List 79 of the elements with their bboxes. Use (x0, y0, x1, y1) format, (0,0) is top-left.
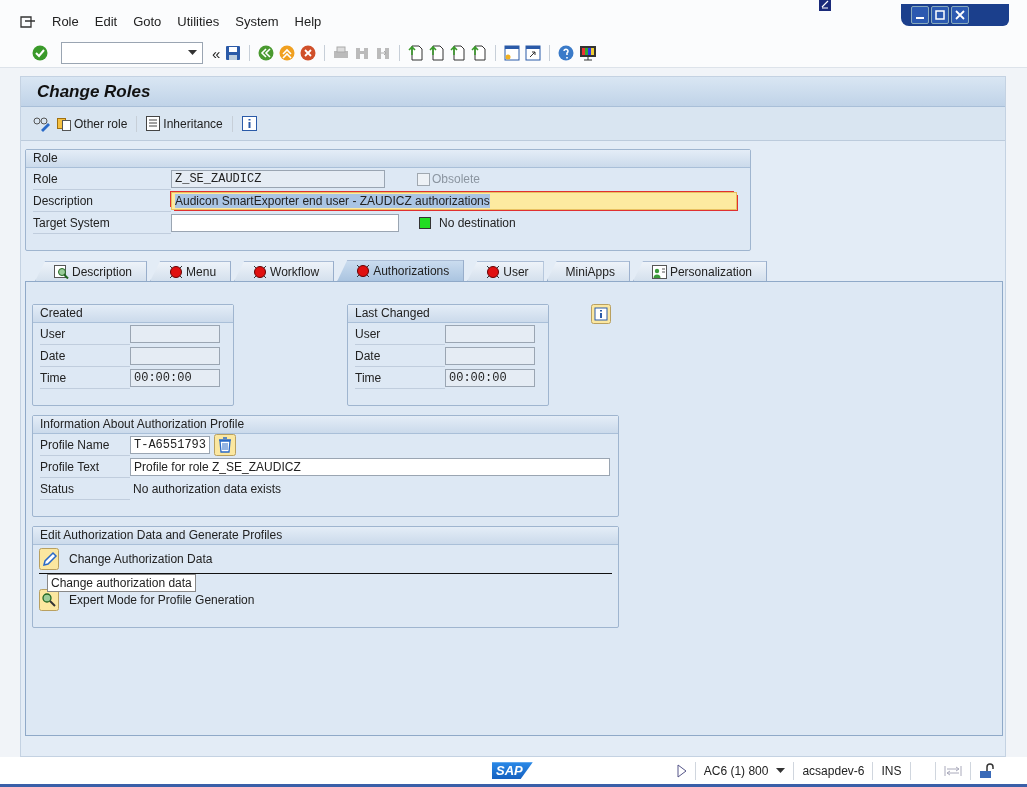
group-title: Created (33, 305, 233, 324)
description-field[interactable]: Audicon SmartExporter end user - ZAUDICZ authorizations (171, 192, 737, 211)
menu-item[interactable]: Utilities (169, 14, 228, 30)
menu-item[interactable]: Edit (86, 14, 126, 30)
list-icon (146, 116, 161, 132)
cancel-icon[interactable] (300, 45, 317, 62)
status-light-icon (419, 217, 431, 230)
save-icon[interactable] (225, 45, 242, 62)
menu-item[interactable]: Goto (125, 14, 170, 30)
page-icon[interactable] (471, 45, 488, 62)
page-icon[interactable] (408, 45, 425, 62)
back-icon[interactable]: « (212, 44, 221, 62)
output-field: 00:00:00 (130, 369, 220, 388)
toolbar-button[interactable]: Inheritance (146, 116, 223, 132)
menu-icon[interactable] (20, 14, 36, 29)
server-name: acsapdev-6 (802, 763, 865, 778)
page-icon[interactable] (450, 45, 467, 62)
tab[interactable]: User (467, 261, 544, 282)
field-label: Status (40, 478, 130, 500)
tab[interactable]: Menu (150, 261, 232, 282)
status-light-icon (169, 264, 184, 279)
person-icon (651, 264, 667, 279)
profile-name-field[interactable]: T-A6551793 (130, 436, 210, 455)
status-light-icon (356, 264, 371, 279)
insert-mode: INS (881, 763, 902, 778)
info-icon[interactable] (591, 304, 611, 325)
help-icon[interactable] (558, 45, 575, 62)
monitor-icon[interactable] (579, 45, 598, 62)
page-icon[interactable] (429, 45, 446, 62)
tooltip: Change authorization data (47, 574, 196, 593)
group-title: Edit Authorization Data and Generate Profiles (33, 527, 618, 546)
role-field[interactable]: Z_SE_ZAUDICZ (171, 170, 385, 189)
magnifier-icon (54, 264, 69, 279)
play-icon[interactable] (676, 763, 687, 778)
close-button[interactable] (951, 6, 969, 24)
back-icon[interactable] (258, 45, 275, 62)
toolbar-button[interactable]: Other role (57, 116, 128, 132)
minimize-icon (916, 17, 924, 19)
tab[interactable]: MiniApps (546, 261, 630, 282)
maximize-button[interactable] (931, 6, 949, 24)
menu-item[interactable]: Help (286, 14, 330, 30)
tab[interactable]: Personalization (632, 261, 767, 282)
status-value: No authorization data exists (132, 482, 282, 497)
target-system-field[interactable] (171, 214, 399, 233)
trash-icon[interactable] (214, 434, 236, 457)
group-title: Information About Authorization Profile (33, 416, 618, 435)
output-field: 00:00:00 (445, 369, 535, 388)
minimize-button[interactable] (911, 6, 929, 24)
pencil-icon[interactable] (39, 548, 59, 571)
logo: SAP (492, 762, 533, 780)
caret-icon (188, 50, 197, 56)
transfer-icon (943, 764, 962, 777)
action-link[interactable]: Change Authorization Data (69, 552, 213, 567)
command-field[interactable] (61, 42, 203, 65)
new-window-icon[interactable] (504, 45, 521, 62)
close-icon (955, 10, 965, 20)
menu-item[interactable]: System (227, 14, 287, 30)
info-icon[interactable] (241, 116, 257, 132)
action-link[interactable]: Expert Mode for Profile Generation (69, 593, 255, 608)
status-light-icon (253, 264, 268, 279)
group-title: Role (26, 150, 750, 169)
caret-icon[interactable] (776, 768, 786, 774)
glasses-pencil-icon[interactable] (33, 115, 51, 132)
status-light-icon (486, 264, 501, 279)
maximize-icon (935, 10, 945, 20)
profile-text-field[interactable]: Profile for role Z_SE_ZAUDICZ (130, 458, 610, 477)
group-title: Last Changed (348, 305, 548, 324)
menu-item[interactable]: Role (44, 14, 87, 30)
layout-icon[interactable] (819, 0, 831, 11)
destination-status: No destination (439, 216, 516, 231)
tab[interactable]: Description (35, 261, 148, 282)
tab[interactable]: Workflow (234, 261, 335, 282)
check-icon[interactable] (32, 45, 48, 62)
unlock-icon[interactable] (978, 762, 995, 779)
system-info[interactable]: AC6 (1) 800 (703, 763, 769, 778)
screen-title: Change Roles (37, 81, 151, 102)
tab[interactable]: Authorizations (337, 260, 465, 282)
shortcut-icon[interactable] (525, 45, 542, 62)
copy-icon (57, 116, 71, 132)
